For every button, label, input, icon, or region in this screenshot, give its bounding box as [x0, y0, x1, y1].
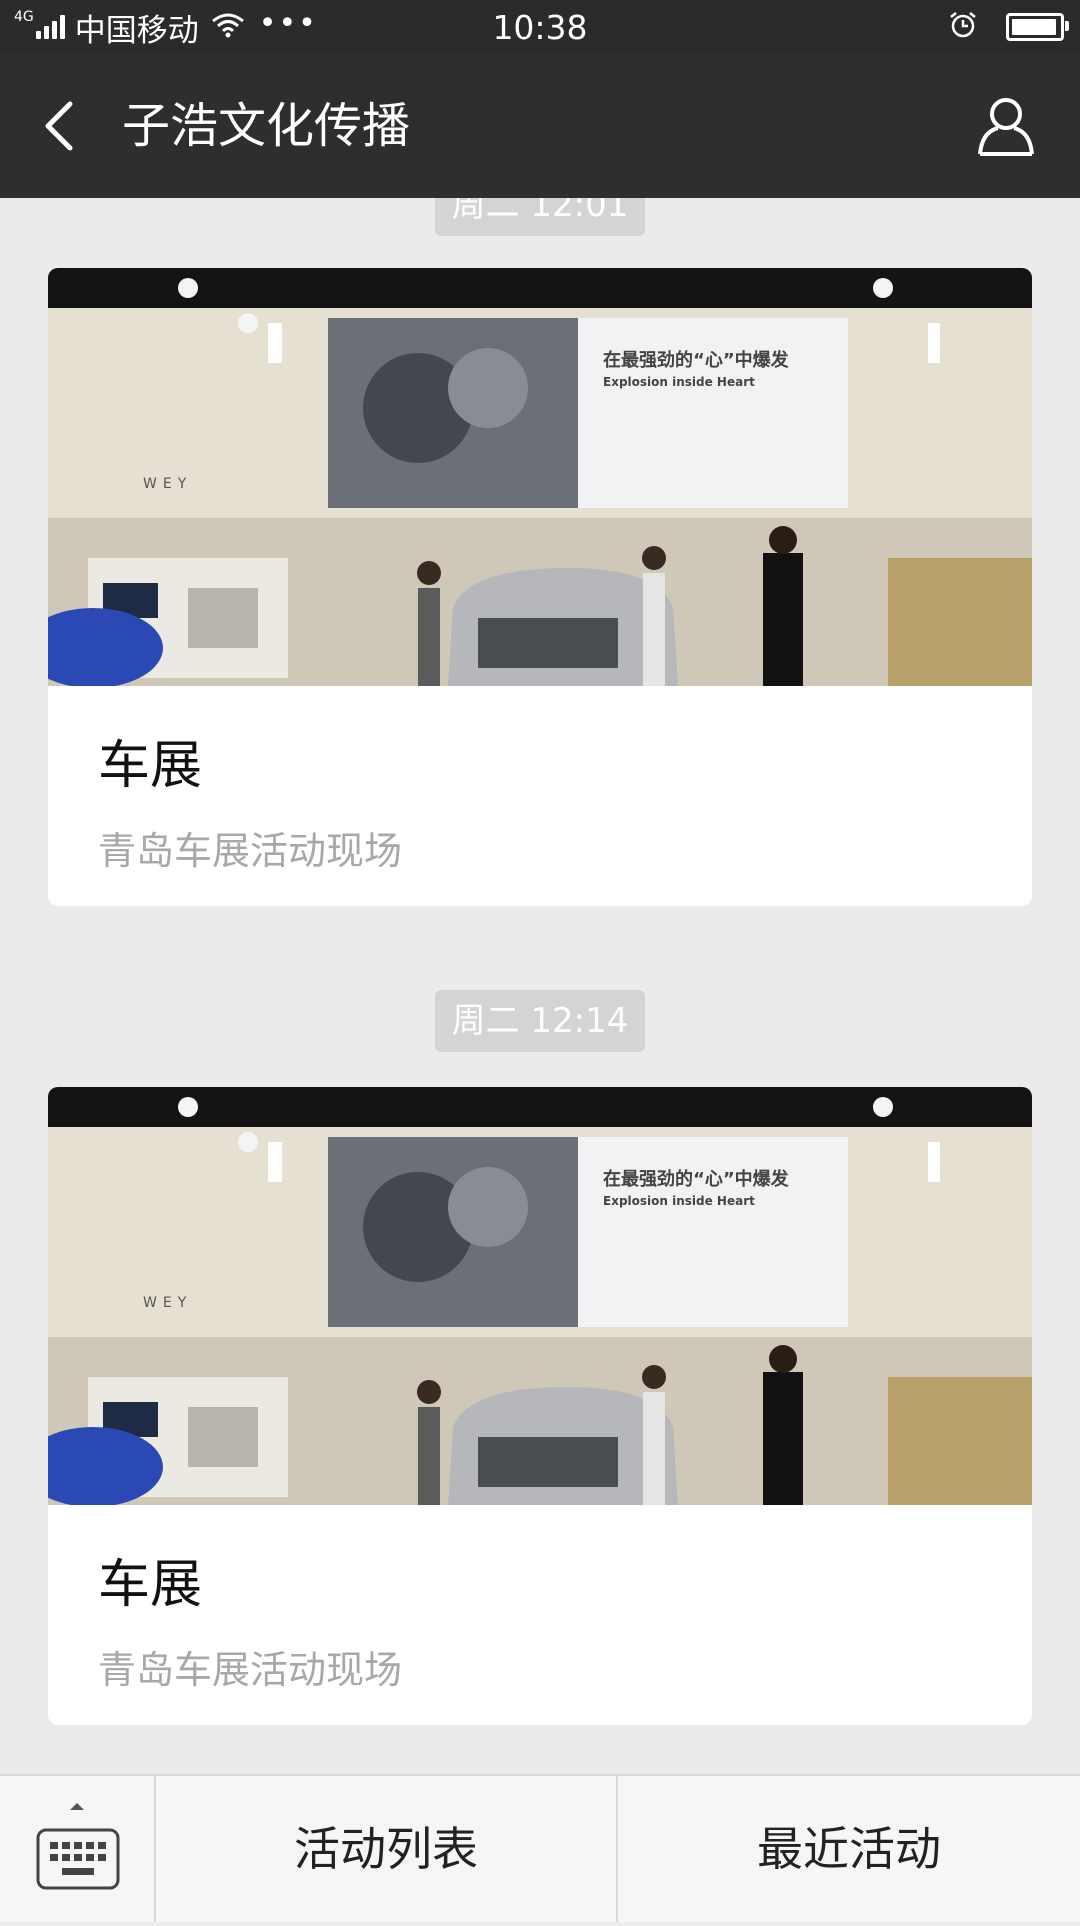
keyboard-toggle-button[interactable]: [0, 1776, 156, 1922]
article-title: 车展: [98, 1555, 203, 1615]
page-title: 子浩文化传播: [122, 98, 411, 154]
banner-title: 在最强劲的“心”中爆发: [603, 349, 790, 371]
article-card[interactable]: 在最强劲的“心”中爆发 Explosion inside Heart WEY 车…: [48, 1087, 1032, 1725]
article-card[interactable]: 在最强劲的“心”中爆发 Explosion inside Heart WEY 车…: [48, 268, 1032, 906]
article-image: 在最强劲的“心”中爆发 Explosion inside Heart WEY: [48, 1087, 1032, 1505]
article-description: 青岛车展活动现场: [98, 1648, 403, 1692]
person-icon: [978, 98, 1034, 156]
message-timestamp: 周二 12:14: [435, 990, 645, 1052]
status-time: 10:38: [492, 8, 588, 47]
title-bar: 子浩文化传播: [0, 54, 1080, 198]
banner-subtitle: Explosion inside Heart: [603, 1194, 755, 1208]
article-image: 在最强劲的“心”中爆发 Explosion inside Heart WEY: [48, 268, 1032, 686]
banner-subtitle: Explosion inside Heart: [603, 375, 755, 389]
back-button[interactable]: [30, 94, 94, 158]
brand-logo: WEY: [143, 1295, 192, 1311]
keyboard-icon: [36, 1803, 120, 1890]
status-bar: 4G 中国移动 ••• 10:38: [0, 0, 1080, 54]
article-description: 青岛车展活动现场: [98, 829, 403, 873]
article-title: 车展: [98, 736, 203, 796]
battery-icon: [1006, 13, 1069, 41]
brand-logo: WEY: [143, 476, 192, 492]
alarm-icon: [948, 10, 978, 44]
menu-activity-list[interactable]: 活动列表: [156, 1776, 618, 1922]
menu-recent-activity[interactable]: 最近活动: [618, 1776, 1080, 1922]
banner-title: 在最强劲的“心”中爆发: [603, 1168, 790, 1190]
bottom-menu: 活动列表 最近活动: [0, 1774, 1080, 1922]
battery-fill: [1012, 19, 1056, 35]
profile-button[interactable]: [972, 92, 1040, 160]
chevron-left-icon: [45, 101, 73, 151]
